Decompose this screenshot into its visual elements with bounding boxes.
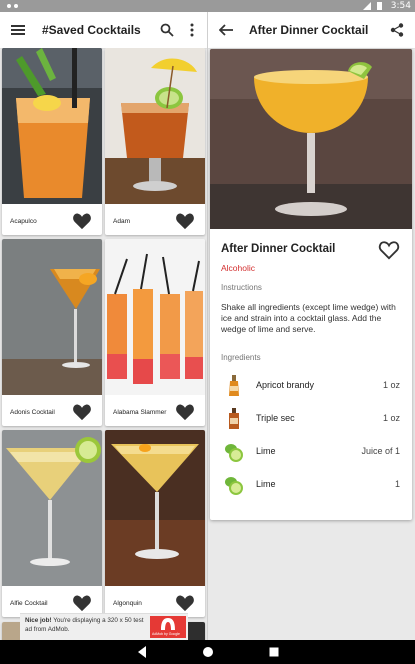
admob-icon bbox=[161, 618, 175, 630]
cocktail-card[interactable]: Alabama Slammer bbox=[105, 239, 205, 426]
favorite-filled-icon[interactable] bbox=[72, 594, 92, 612]
ad-headline: Nice job! bbox=[25, 617, 52, 624]
cocktail-card[interactable]: Algonquin bbox=[105, 430, 205, 617]
hamburger-icon bbox=[11, 25, 25, 35]
more-vert-icon bbox=[190, 23, 194, 37]
ingredient-name: Apricot brandy bbox=[256, 380, 315, 390]
ingredient-name: Triple sec bbox=[256, 413, 295, 423]
saved-cocktails-toolbar: #Saved Cocktails bbox=[0, 12, 207, 49]
brandy-bottle-icon bbox=[229, 375, 239, 396]
instructions-label: Instructions bbox=[221, 283, 262, 292]
ingredient-row: Triple sec 1 oz bbox=[210, 404, 412, 434]
notification-icons bbox=[7, 4, 18, 8]
nav-home-icon[interactable] bbox=[201, 645, 215, 659]
drink-category: Alcoholic bbox=[221, 263, 256, 273]
signal-battery-icon bbox=[363, 2, 382, 10]
cocktail-photo bbox=[2, 239, 102, 395]
cocktail-name: Alabama Slammer bbox=[113, 409, 167, 416]
menu-button[interactable] bbox=[6, 18, 30, 42]
cocktail-card[interactable]: Adam bbox=[105, 48, 205, 235]
status-time: 3:54 bbox=[390, 1, 411, 11]
pane-divider bbox=[207, 12, 208, 640]
ingredients-label: Ingredients bbox=[221, 353, 261, 362]
page-title: #Saved Cocktails bbox=[42, 23, 141, 37]
favorite-filled-icon[interactable] bbox=[72, 212, 92, 230]
ingredient-amount: 1 oz bbox=[382, 380, 400, 390]
arrow-back-icon bbox=[219, 24, 233, 36]
cocktail-photo bbox=[2, 48, 102, 204]
favorite-filled-icon[interactable] bbox=[175, 212, 195, 230]
cocktail-name: Alfie Cocktail bbox=[10, 600, 48, 607]
ingredient-amount: 1 bbox=[394, 479, 400, 489]
favorite-filled-icon[interactable] bbox=[72, 403, 92, 421]
ad-banner[interactable]: Nice job! You're displaying a 320 x 50 t… bbox=[20, 613, 188, 640]
ingredient-amount: 1 oz bbox=[382, 413, 400, 423]
lime-icon bbox=[225, 477, 243, 495]
favorite-outline-icon[interactable] bbox=[378, 240, 400, 260]
cocktail-photo bbox=[2, 430, 102, 586]
search-button[interactable] bbox=[155, 18, 179, 42]
cocktail-name: Adam bbox=[113, 218, 130, 225]
system-navigation-bar bbox=[0, 640, 415, 664]
ingredient-row: Lime Juice of 1 bbox=[210, 437, 412, 467]
detail-toolbar: After Dinner Cocktail bbox=[208, 12, 415, 49]
drink-name: After Dinner Cocktail bbox=[221, 243, 336, 255]
back-button[interactable] bbox=[214, 18, 238, 42]
ingredient-name: Lime bbox=[256, 446, 276, 456]
cocktail-hero-photo bbox=[210, 49, 412, 229]
cocktail-name: Algonquin bbox=[113, 600, 142, 607]
instructions-text: Shake all ingredients (except lime wedge… bbox=[221, 302, 396, 334]
lime-icon bbox=[225, 444, 243, 462]
cocktail-detail-card: After Dinner Cocktail Alcoholic Instruct… bbox=[210, 49, 412, 520]
cocktail-card[interactable]: Adonis Cocktail bbox=[2, 239, 102, 426]
ad-text: Nice job! You're displaying a 320 x 50 t… bbox=[25, 617, 145, 634]
overflow-menu-button[interactable] bbox=[180, 18, 204, 42]
cocktail-photo bbox=[105, 48, 205, 204]
liqueur-bottle-icon bbox=[229, 408, 239, 429]
ingredient-name: Lime bbox=[256, 479, 276, 489]
ingredient-row: Apricot brandy 1 oz bbox=[210, 371, 412, 401]
admob-logo: AdMob by Google bbox=[150, 616, 186, 638]
detail-title: After Dinner Cocktail bbox=[249, 23, 369, 37]
status-bar: 3:54 bbox=[0, 0, 415, 12]
share-button[interactable] bbox=[385, 18, 409, 42]
nav-recents-icon[interactable] bbox=[267, 645, 281, 659]
cocktail-card[interactable]: Alfie Cocktail bbox=[2, 430, 102, 617]
share-icon bbox=[390, 23, 404, 37]
favorite-filled-icon[interactable] bbox=[175, 594, 195, 612]
cocktail-name: Adonis Cocktail bbox=[10, 409, 55, 416]
ingredient-amount: Juice of 1 bbox=[361, 446, 400, 456]
cocktail-photo bbox=[105, 430, 205, 586]
search-icon bbox=[160, 23, 174, 37]
cocktail-card[interactable]: Acapulco bbox=[2, 48, 102, 235]
admob-label: AdMob by Google bbox=[151, 632, 181, 636]
favorite-filled-icon[interactable] bbox=[175, 403, 195, 421]
cocktail-name: Acapulco bbox=[10, 218, 37, 225]
ingredient-row: Lime 1 bbox=[210, 470, 412, 500]
nav-back-icon[interactable] bbox=[135, 645, 149, 659]
saved-cocktails-grid[interactable]: Acapulco Adam Adonis Cocktail Alabama Sl… bbox=[0, 48, 207, 640]
cocktail-photo bbox=[105, 239, 205, 395]
